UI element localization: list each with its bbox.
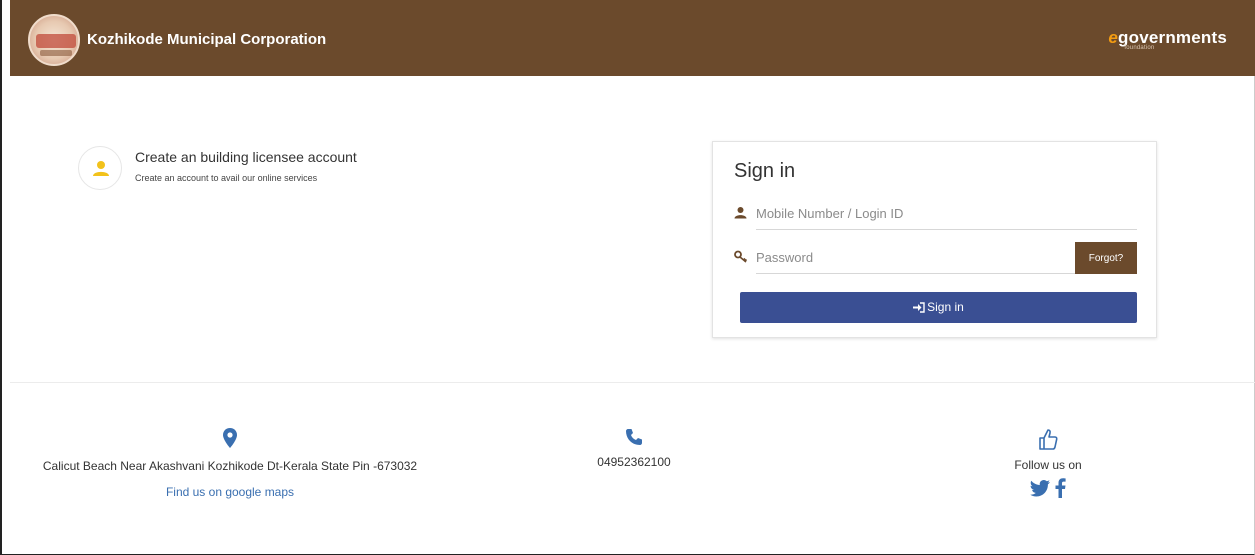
login-id-input[interactable] [756,200,1076,226]
brand-subtitle: foundation [1124,45,1155,51]
logo-band-lower [40,50,72,56]
create-account-title[interactable]: Create an building licensee account [135,149,357,165]
google-maps-link[interactable]: Find us on google maps [166,485,294,499]
login-id-field [734,198,1137,230]
app-header: Kozhikode Municipal Corporation egovernm… [10,0,1255,76]
social-links [968,478,1128,503]
egov-brand-logo[interactable]: egovernments foundation [1108,28,1227,51]
corporation-logo[interactable] [28,14,80,66]
signin-button-label: Sign in [927,300,964,314]
footer-social: Follow us on [968,428,1128,503]
organization-name: Kozhikode Municipal Corporation [87,31,327,48]
input-underline [756,273,1075,274]
address-text: Calicut Beach Near Akashvani Kozhikode D… [42,459,418,473]
facebook-icon[interactable] [1055,478,1066,503]
thumbs-up-icon [968,428,1128,455]
signin-title: Sign in [734,160,796,182]
input-underline [756,229,1137,230]
password-field: Forgot? [734,242,1137,274]
signin-arrow-icon [913,302,925,313]
user-icon [78,146,122,190]
signin-panel: Sign in Forgot? Sign in [712,141,1157,338]
signin-button[interactable]: Sign in [740,292,1137,323]
brand-e: e [1108,28,1119,47]
phone-icon [534,428,734,451]
key-icon [734,250,748,268]
twitter-icon[interactable] [1030,479,1051,502]
create-account-subtitle: Create an account to avail our online se… [135,173,318,183]
user-icon [734,206,747,224]
forgot-password-button[interactable]: Forgot? [1075,242,1137,274]
footer-phone: 04952362100 [534,428,734,469]
map-marker-icon [40,428,420,453]
follow-us-label: Follow us on [1014,458,1082,472]
logo-band [36,34,76,48]
phone-number: 04952362100 [597,455,671,469]
password-input[interactable] [756,244,1076,270]
footer-divider [10,382,1255,383]
footer-address: Calicut Beach Near Akashvani Kozhikode D… [40,428,420,501]
